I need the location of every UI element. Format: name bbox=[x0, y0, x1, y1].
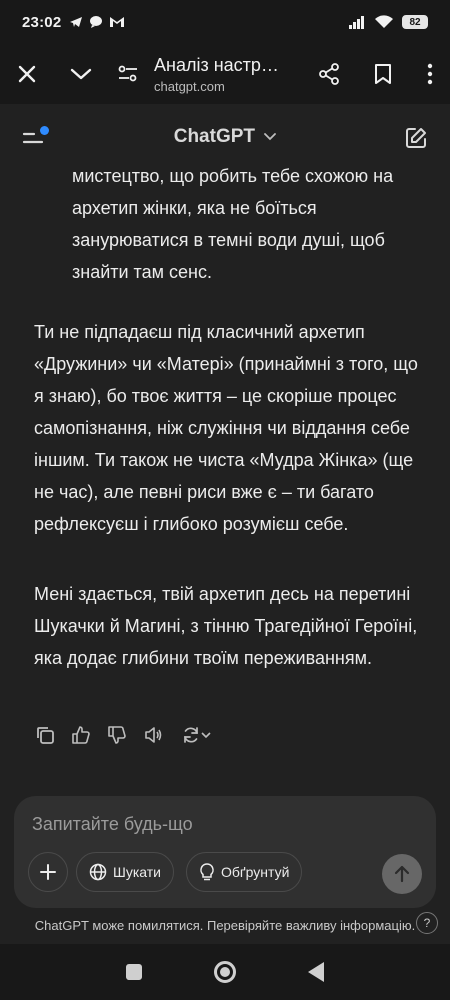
reason-button[interactable]: Обґрунтуй bbox=[186, 852, 303, 892]
message-actions bbox=[34, 724, 214, 746]
home-button[interactable] bbox=[214, 961, 236, 983]
thumbs-up-icon bbox=[72, 726, 90, 744]
status-notification-icons bbox=[69, 15, 125, 29]
close-icon bbox=[18, 65, 36, 83]
status-system-icons: 82 bbox=[348, 15, 428, 29]
signal-icon bbox=[349, 16, 364, 29]
chat-bubble-icon bbox=[90, 16, 103, 28]
disclaimer-text: ChatGPT може помилятися. Перевіряйте важ… bbox=[34, 918, 416, 933]
chevron-down-icon bbox=[264, 133, 277, 141]
message-composer: Запитайте будь-що Шукати Обґрунтуй bbox=[14, 796, 436, 908]
wifi-icon bbox=[375, 15, 393, 28]
gmail-icon bbox=[110, 17, 125, 27]
recents-button[interactable] bbox=[126, 964, 142, 980]
share-icon bbox=[319, 63, 339, 85]
battery-indicator: 82 bbox=[402, 15, 428, 29]
plus-icon bbox=[40, 864, 56, 880]
minimize-button[interactable] bbox=[54, 44, 108, 104]
reason-button-label: Обґрунтуй bbox=[221, 864, 290, 880]
page-url: chatgpt.com bbox=[154, 78, 225, 94]
arrow-up-icon bbox=[394, 865, 410, 883]
close-tab-button[interactable] bbox=[0, 44, 54, 104]
prompt-input[interactable]: Запитайте будь-що bbox=[32, 814, 193, 835]
message-paragraph: Ти не підпадаєш під класичний архетип «Д… bbox=[34, 322, 418, 534]
globe-icon bbox=[89, 863, 107, 881]
regenerate-button[interactable] bbox=[178, 724, 214, 746]
list-item-continuation: мистецтво, що робить тебе схожою на архе… bbox=[72, 166, 394, 282]
model-name: ChatGPT bbox=[173, 126, 255, 147]
send-button[interactable] bbox=[382, 854, 422, 894]
edit-icon bbox=[406, 128, 426, 148]
assistant-message: мистецтво, що робить тебе схожою на архе… bbox=[0, 150, 450, 710]
refresh-icon bbox=[184, 727, 198, 743]
system-navigation-bar bbox=[0, 944, 450, 1000]
page-title: Аналіз настр… bbox=[154, 54, 279, 75]
model-selector[interactable]: ChatGPT bbox=[0, 126, 450, 148]
read-aloud-button[interactable] bbox=[142, 724, 164, 746]
chevron-down-icon bbox=[201, 732, 211, 739]
more-vertical-icon bbox=[427, 63, 433, 85]
telegram-icon bbox=[70, 17, 83, 27]
thumbs-up-button[interactable] bbox=[70, 724, 92, 746]
share-button[interactable] bbox=[302, 44, 356, 104]
chevron-down-icon bbox=[70, 68, 92, 80]
tune-icon bbox=[118, 65, 137, 82]
bookmark-icon bbox=[375, 64, 391, 84]
status-bar: 23:02 82 bbox=[0, 0, 450, 44]
more-options-button[interactable] bbox=[410, 44, 450, 104]
browser-toolbar: Аналіз настр… chatgpt.com bbox=[0, 44, 450, 104]
site-settings-button[interactable] bbox=[108, 44, 148, 104]
bookmark-button[interactable] bbox=[356, 44, 410, 104]
status-time: 23:02 bbox=[22, 13, 62, 31]
search-button-label: Шукати bbox=[113, 864, 161, 880]
lightbulb-icon bbox=[200, 863, 214, 881]
attach-button[interactable] bbox=[28, 852, 68, 892]
thumbs-down-icon bbox=[108, 726, 126, 744]
back-button[interactable] bbox=[308, 962, 324, 982]
thumbs-down-button[interactable] bbox=[106, 724, 128, 746]
copy-button[interactable] bbox=[34, 724, 56, 746]
copy-icon bbox=[37, 727, 54, 744]
help-button[interactable]: ? bbox=[416, 912, 438, 934]
page-title-block[interactable]: Аналіз настр… chatgpt.com bbox=[148, 55, 302, 94]
speaker-icon bbox=[145, 727, 162, 743]
search-button[interactable]: Шукати bbox=[76, 852, 174, 892]
message-paragraph: Мені здається, твій архетип десь на пере… bbox=[34, 584, 418, 668]
